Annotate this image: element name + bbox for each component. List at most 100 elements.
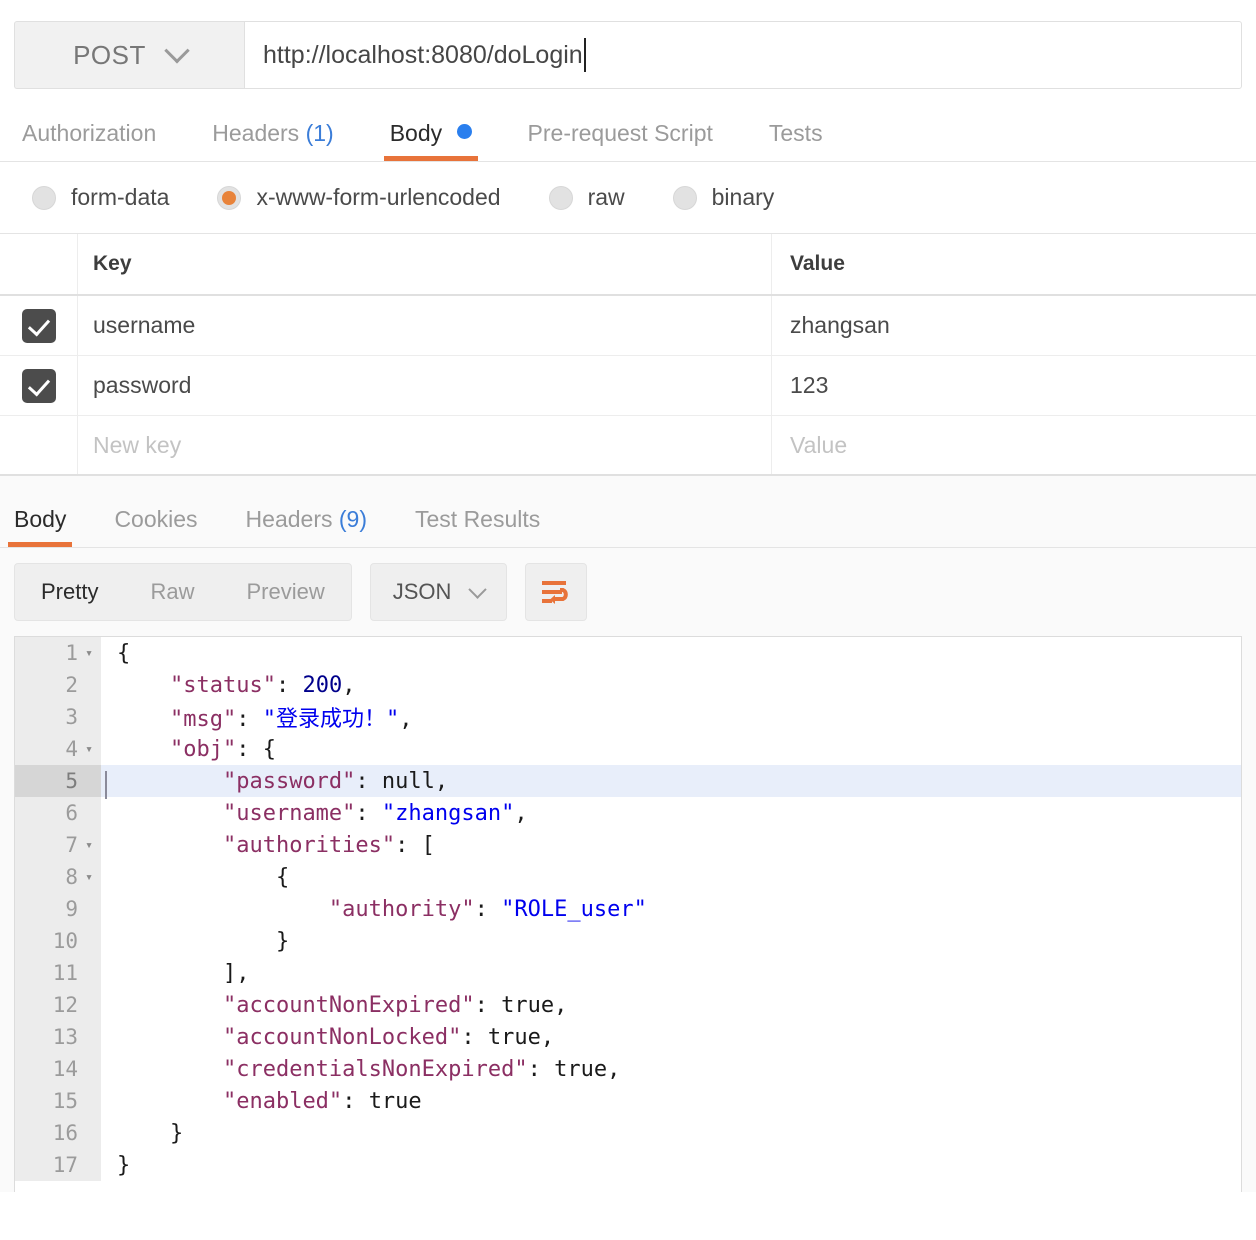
line-number: 4▾ [15,733,101,765]
response-body-code-viewer[interactable]: 1▾{2 "status": 200,3 "msg": "登录成功！",4▾ "… [14,636,1242,1192]
code-line[interactable]: 1▾{ [15,637,1241,669]
tab-label: Cookies [114,506,197,532]
row-checkbox-cell[interactable] [0,356,78,415]
new-key-input[interactable]: New key [78,416,772,474]
code-line-text: "accountNonLocked": true, [101,1025,1241,1050]
table-row[interactable]: username zhangsan [0,296,1256,356]
radio-icon-selected [217,186,241,210]
code-line[interactable]: 6 "username": "zhangsan", [15,797,1241,829]
response-tab-test-results[interactable]: Test Results [415,506,540,547]
table-row[interactable]: password 123 [0,356,1256,416]
new-value-input[interactable]: Value [772,416,1256,474]
row-key-input[interactable]: username [78,296,772,355]
tab-label: Headers [246,506,333,532]
line-number: 14 [15,1053,101,1085]
tab-label: Body [14,506,66,532]
code-line-text: "password": null, [101,769,1241,794]
radio-icon [549,186,573,210]
radio-label: form-data [71,184,169,211]
row-key-input[interactable]: password [78,356,772,415]
line-number: 7▾ [15,829,101,861]
tab-label: Body [390,120,442,146]
code-line-text: "authority": "ROLE_user" [101,897,1241,922]
line-number: 13 [15,1021,101,1053]
line-number: 10 [15,925,101,957]
code-line-text: "enabled": true [101,1089,1241,1114]
word-wrap-button[interactable] [525,563,587,621]
code-line[interactable]: 9 "authority": "ROLE_user" [15,893,1241,925]
code-line-text: "obj": { [101,737,1241,762]
format-selector[interactable]: JSON [370,563,508,621]
tab-authorization[interactable]: Authorization [22,120,156,161]
response-tab-body[interactable]: Body [14,506,66,547]
code-line-text: } [101,1153,1241,1178]
code-line[interactable]: 5 "password": null, [15,765,1241,797]
code-line-text: { [101,865,1241,890]
radio-raw[interactable]: raw [549,184,625,211]
tab-label: Headers [212,120,299,146]
tab-headers[interactable]: Headers (1) [212,120,333,161]
code-line[interactable]: 15 "enabled": true [15,1085,1241,1117]
radio-x-www-form-urlencoded[interactable]: x-www-form-urlencoded [217,184,500,211]
view-mode-group: Pretty Raw Preview [14,563,352,621]
header-checkbox-cell [0,234,78,294]
tab-body[interactable]: Body [390,120,472,161]
code-line[interactable]: 13 "accountNonLocked": true, [15,1021,1241,1053]
radio-label: binary [712,184,775,211]
header-value: Value [772,234,1256,294]
radio-form-data[interactable]: form-data [32,184,169,211]
code-line[interactable]: 12 "accountNonExpired": true, [15,989,1241,1021]
code-line-text: "username": "zhangsan", [101,801,1241,826]
code-line-text: } [101,1121,1241,1146]
response-tab-cookies[interactable]: Cookies [114,506,197,547]
checkbox-checked-icon[interactable] [22,369,56,403]
request-tabs: Authorization Headers (1) Body Pre-reque… [0,96,1256,162]
view-mode-pretty[interactable]: Pretty [15,564,124,620]
code-line[interactable]: 10 } [15,925,1241,957]
line-number: 12 [15,989,101,1021]
radio-icon [32,186,56,210]
code-line[interactable]: 4▾ "obj": { [15,733,1241,765]
code-line[interactable]: 2 "status": 200, [15,669,1241,701]
line-number: 8▾ [15,861,101,893]
fold-arrow-icon[interactable]: ▾ [83,871,95,884]
code-line-text: "status": 200, [101,673,1241,698]
fold-arrow-icon[interactable]: ▾ [83,647,95,660]
url-input[interactable]: http://localhost:8080/doLogin [244,21,1242,89]
code-line[interactable]: 11 ], [15,957,1241,989]
line-number: 11 [15,957,101,989]
radio-label: raw [588,184,625,211]
radio-binary[interactable]: binary [673,184,775,211]
row-checkbox-cell[interactable] [0,296,78,355]
view-mode-preview[interactable]: Preview [220,564,350,620]
code-line[interactable]: 7▾ "authorities": [ [15,829,1241,861]
tab-label: Authorization [22,120,156,146]
code-line[interactable]: 17} [15,1149,1241,1181]
code-line-text: } [101,929,1241,954]
code-line-text: ], [101,961,1241,986]
response-tab-headers[interactable]: Headers (9) [246,506,367,547]
radio-label: x-www-form-urlencoded [256,184,500,211]
row-value-input[interactable]: zhangsan [772,296,1256,355]
code-line-text: { [101,641,1241,666]
row-value-input[interactable]: 123 [772,356,1256,415]
code-line[interactable]: 3 "msg": "登录成功！", [15,701,1241,733]
http-method-selector[interactable]: POST [14,21,244,89]
code-line[interactable]: 16 } [15,1117,1241,1149]
checkbox-checked-icon[interactable] [22,309,56,343]
line-number: 16 [15,1117,101,1149]
tab-pre-request-script[interactable]: Pre-request Script [528,120,713,161]
tab-tests[interactable]: Tests [769,120,823,161]
radio-icon [673,186,697,210]
params-table: Key Value username zhangsan password 123… [0,234,1256,476]
table-new-row[interactable]: New key Value [0,416,1256,476]
fold-arrow-icon[interactable]: ▾ [83,839,95,852]
line-number: 9 [15,893,101,925]
view-mode-raw[interactable]: Raw [124,564,220,620]
tab-label: Test Results [415,506,540,532]
body-type-radio-group: form-data x-www-form-urlencoded raw bina… [0,162,1256,234]
code-line[interactable]: 14 "credentialsNonExpired": true, [15,1053,1241,1085]
tab-label: Pre-request Script [528,120,713,146]
code-line[interactable]: 8▾ { [15,861,1241,893]
fold-arrow-icon[interactable]: ▾ [83,743,95,756]
